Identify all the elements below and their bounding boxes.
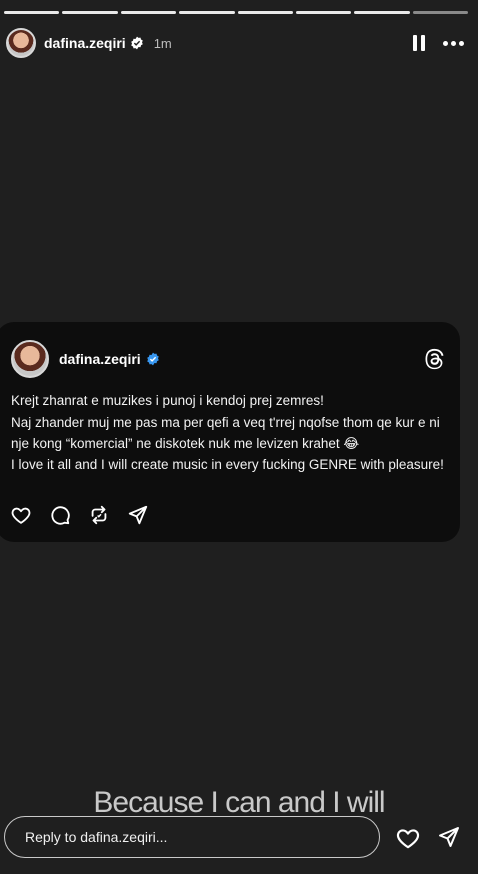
progress-segment bbox=[4, 11, 60, 14]
post-line: Krejt zhanrat e muzikes i punoj i kendoj… bbox=[11, 393, 324, 408]
heart-icon[interactable] bbox=[10, 504, 32, 526]
post-text: Krejt zhanrat e muzikes i punoj i kendoj… bbox=[11, 390, 451, 475]
threads-logo-icon bbox=[425, 348, 444, 370]
progress-segment bbox=[179, 11, 235, 14]
reply-input[interactable]: Reply to dafina.zeqiri... bbox=[4, 816, 380, 858]
progress-segment bbox=[354, 11, 410, 14]
post-avatar bbox=[11, 340, 49, 378]
story-header: dafina.zeqiri 1m bbox=[6, 28, 464, 58]
story-progress-bar bbox=[4, 11, 468, 14]
post-line: Naj zhander muj me pas ma per qefi a veq… bbox=[11, 415, 440, 451]
avatar[interactable] bbox=[6, 28, 36, 58]
more-icon[interactable] bbox=[443, 40, 464, 46]
progress-segment bbox=[237, 11, 293, 14]
pause-icon[interactable] bbox=[413, 35, 425, 51]
verified-badge-icon bbox=[130, 36, 143, 50]
post-actions bbox=[10, 504, 149, 526]
post-line: I love it all and I will create music in… bbox=[11, 457, 444, 472]
heart-icon[interactable] bbox=[395, 825, 421, 851]
progress-segment-current bbox=[412, 11, 468, 14]
verified-badge-icon bbox=[146, 352, 159, 366]
comment-icon[interactable] bbox=[49, 504, 71, 526]
send-icon[interactable] bbox=[437, 825, 461, 849]
threads-post-card[interactable]: dafina.zeqiri Krejt zhanrat e muzikes i … bbox=[0, 322, 460, 542]
repost-icon[interactable] bbox=[88, 504, 110, 526]
progress-segment bbox=[62, 11, 118, 14]
progress-segment bbox=[295, 11, 352, 14]
progress-segment bbox=[120, 11, 177, 14]
send-icon[interactable] bbox=[127, 504, 149, 526]
story-timestamp: 1m bbox=[153, 35, 172, 51]
post-username: dafina.zeqiri bbox=[59, 351, 141, 367]
story-username[interactable]: dafina.zeqiri bbox=[44, 35, 126, 51]
story-caption: Because I can and I will bbox=[93, 786, 385, 819]
